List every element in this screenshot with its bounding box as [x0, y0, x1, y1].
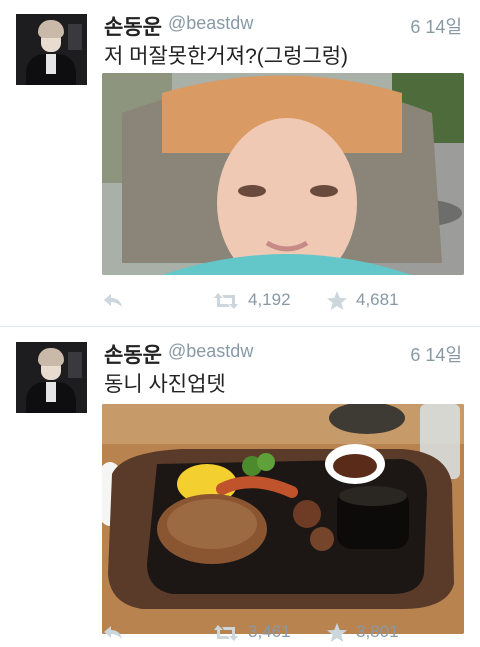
retweet-icon [214, 293, 238, 309]
author-name[interactable]: 손동운 [104, 339, 162, 369]
tweet-photo-steak[interactable] [102, 404, 464, 634]
author-name[interactable]: 손동운 [104, 11, 162, 41]
favorite-count: 3,801 [356, 622, 399, 641]
retweet-count: 3,461 [248, 622, 291, 641]
reply-button[interactable] [102, 624, 124, 642]
tweet[interactable]: 손동운 @beastdw 6 14일 동니 사진업뎃 3,461 3,801 [0, 328, 480, 647]
favorite-star-icon [327, 623, 347, 642]
tweet[interactable]: 손동운 @beastdw 6 14일 저 머잘못한거져?(그렁그렁) 4,192… [0, 0, 480, 326]
tweet-actions: 4,192 4,681 [0, 290, 480, 312]
tweet-feed: 손동운 @beastdw 6 14일 저 머잘못한거져?(그렁그렁) 4,192… [0, 0, 480, 647]
retweet-button[interactable] [213, 623, 239, 643]
tweet-date[interactable]: 6 14일 [410, 13, 462, 39]
favorite-count: 4,681 [356, 290, 399, 309]
retweet-icon [214, 625, 238, 641]
favorite-star-icon [327, 291, 347, 310]
favorite-button[interactable] [326, 622, 348, 644]
tweet-text: 동니 사진업뎃 [104, 373, 226, 396]
favorite-button[interactable] [326, 290, 348, 312]
reply-button[interactable] [102, 292, 124, 310]
avatar[interactable] [16, 342, 87, 413]
avatar[interactable] [16, 14, 87, 85]
tweet-divider [0, 326, 480, 327]
author-handle[interactable]: @beastdw [168, 13, 253, 34]
tweet-text: 저 머잘못한거져?(그렁그렁) [104, 45, 349, 68]
retweet-count: 4,192 [248, 290, 291, 309]
reply-icon [104, 294, 122, 307]
author-handle[interactable]: @beastdw [168, 341, 253, 362]
tweet-photo-selfie[interactable] [102, 73, 464, 275]
tweet-actions: 3,461 3,801 [0, 622, 480, 644]
retweet-button[interactable] [213, 291, 239, 311]
tweet-date[interactable]: 6 14일 [410, 341, 462, 367]
reply-icon [104, 626, 122, 639]
